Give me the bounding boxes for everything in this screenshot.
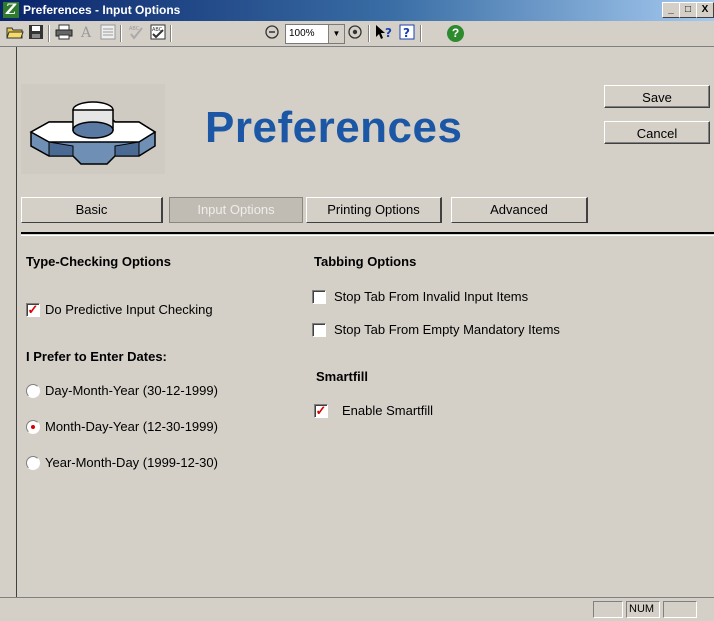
stop-tab-empty-label: Stop Tab From Empty Mandatory Items	[334, 322, 560, 337]
help-topics-icon[interactable]: ?	[397, 24, 417, 43]
format-icon[interactable]	[98, 24, 118, 43]
toolbar-separator	[368, 25, 370, 42]
zoom-in-icon[interactable]	[345, 24, 365, 43]
caption-buttons: _ □ X	[662, 2, 714, 19]
spellcheck-icon[interactable]: ABC	[126, 24, 146, 43]
minimize-button[interactable]: _	[662, 2, 680, 18]
zoom-value: 100%	[289, 28, 315, 39]
toolbar-separator	[48, 25, 50, 42]
toolbar-separator	[420, 25, 422, 42]
svg-text:?: ?	[403, 26, 410, 40]
gear-logo	[21, 84, 165, 174]
title-bar[interactable]: Z Preferences - Input Options _ □ X	[0, 0, 714, 21]
font-icon[interactable]: A	[76, 24, 96, 43]
radio-unselected-icon[interactable]	[26, 456, 40, 470]
radio-unselected-icon[interactable]	[26, 384, 40, 398]
tab-divider	[21, 232, 714, 234]
tab-printing-options[interactable]: Printing Options	[306, 197, 442, 223]
print-icon[interactable]	[54, 24, 74, 43]
radio-dot	[31, 425, 35, 429]
gear-icon	[29, 101, 157, 165]
toolbar: A ABC ABC 100% ▼ ? ? ?	[0, 21, 714, 47]
zoom-select[interactable]: 100% ▼	[285, 24, 345, 44]
checkbox-checked-icon[interactable]: ✓	[314, 404, 328, 418]
dates-title: I Prefer to Enter Dates:	[26, 349, 167, 364]
abc-spell-icon[interactable]: ABC	[148, 24, 168, 43]
green-help-icon[interactable]: ?	[447, 25, 464, 42]
open-folder-icon[interactable]	[5, 24, 25, 43]
svg-text:ABC: ABC	[129, 26, 140, 32]
tab-basic[interactable]: Basic	[21, 197, 163, 223]
page-title: Preferences	[205, 103, 463, 152]
window-title: Preferences - Input Options	[23, 3, 181, 17]
cancel-button[interactable]: Cancel	[604, 121, 710, 144]
toolbar-separator	[170, 25, 172, 42]
radio-selected-icon[interactable]	[26, 420, 40, 434]
checkbox-checked-icon[interactable]: ✓	[26, 303, 40, 317]
svg-text:?: ?	[385, 26, 392, 40]
preferences-panel: Preferences Save Cancel Basic Input Opti…	[0, 47, 714, 597]
status-pane	[593, 601, 623, 618]
date-option-label: Year-Month-Day (1999-12-30)	[45, 455, 218, 470]
status-bar: NUM	[0, 597, 714, 621]
panel-left-border	[16, 47, 17, 597]
close-button[interactable]: X	[696, 2, 714, 18]
num-lock-indicator: NUM	[626, 601, 660, 618]
stop-tab-invalid-label: Stop Tab From Invalid Input Items	[334, 289, 529, 304]
toolbar-separator	[120, 25, 122, 42]
type-checking-title: Type-Checking Options	[26, 254, 171, 269]
whats-this-help-icon[interactable]: ?	[374, 24, 394, 43]
predictive-label: Do Predictive Input Checking	[45, 302, 213, 317]
status-pane	[663, 601, 697, 618]
tab-advanced[interactable]: Advanced	[451, 197, 588, 223]
save-disk-icon[interactable]	[26, 24, 46, 43]
checkbox-unchecked-icon[interactable]	[312, 290, 326, 304]
date-option-label: Month-Day-Year (12-30-1999)	[45, 419, 218, 434]
tab-divider-highlight	[21, 235, 714, 236]
tabbing-title: Tabbing Options	[314, 254, 417, 269]
save-button[interactable]: Save	[604, 85, 710, 108]
maximize-button[interactable]: □	[679, 2, 697, 18]
app-logo-icon: Z	[3, 2, 19, 18]
smartfill-title: Smartfill	[316, 369, 369, 384]
chevron-down-icon[interactable]: ▼	[328, 25, 344, 43]
tab-input-options[interactable]: Input Options	[169, 197, 303, 223]
enable-smartfill-label: Enable Smartfill	[342, 403, 434, 418]
zoom-out-icon[interactable]	[262, 24, 282, 43]
date-option-label: Day-Month-Year (30-12-1999)	[45, 383, 218, 398]
preferences-window: Z Preferences - Input Options _ □ X A AB…	[0, 0, 714, 621]
checkbox-unchecked-icon[interactable]	[312, 323, 326, 337]
